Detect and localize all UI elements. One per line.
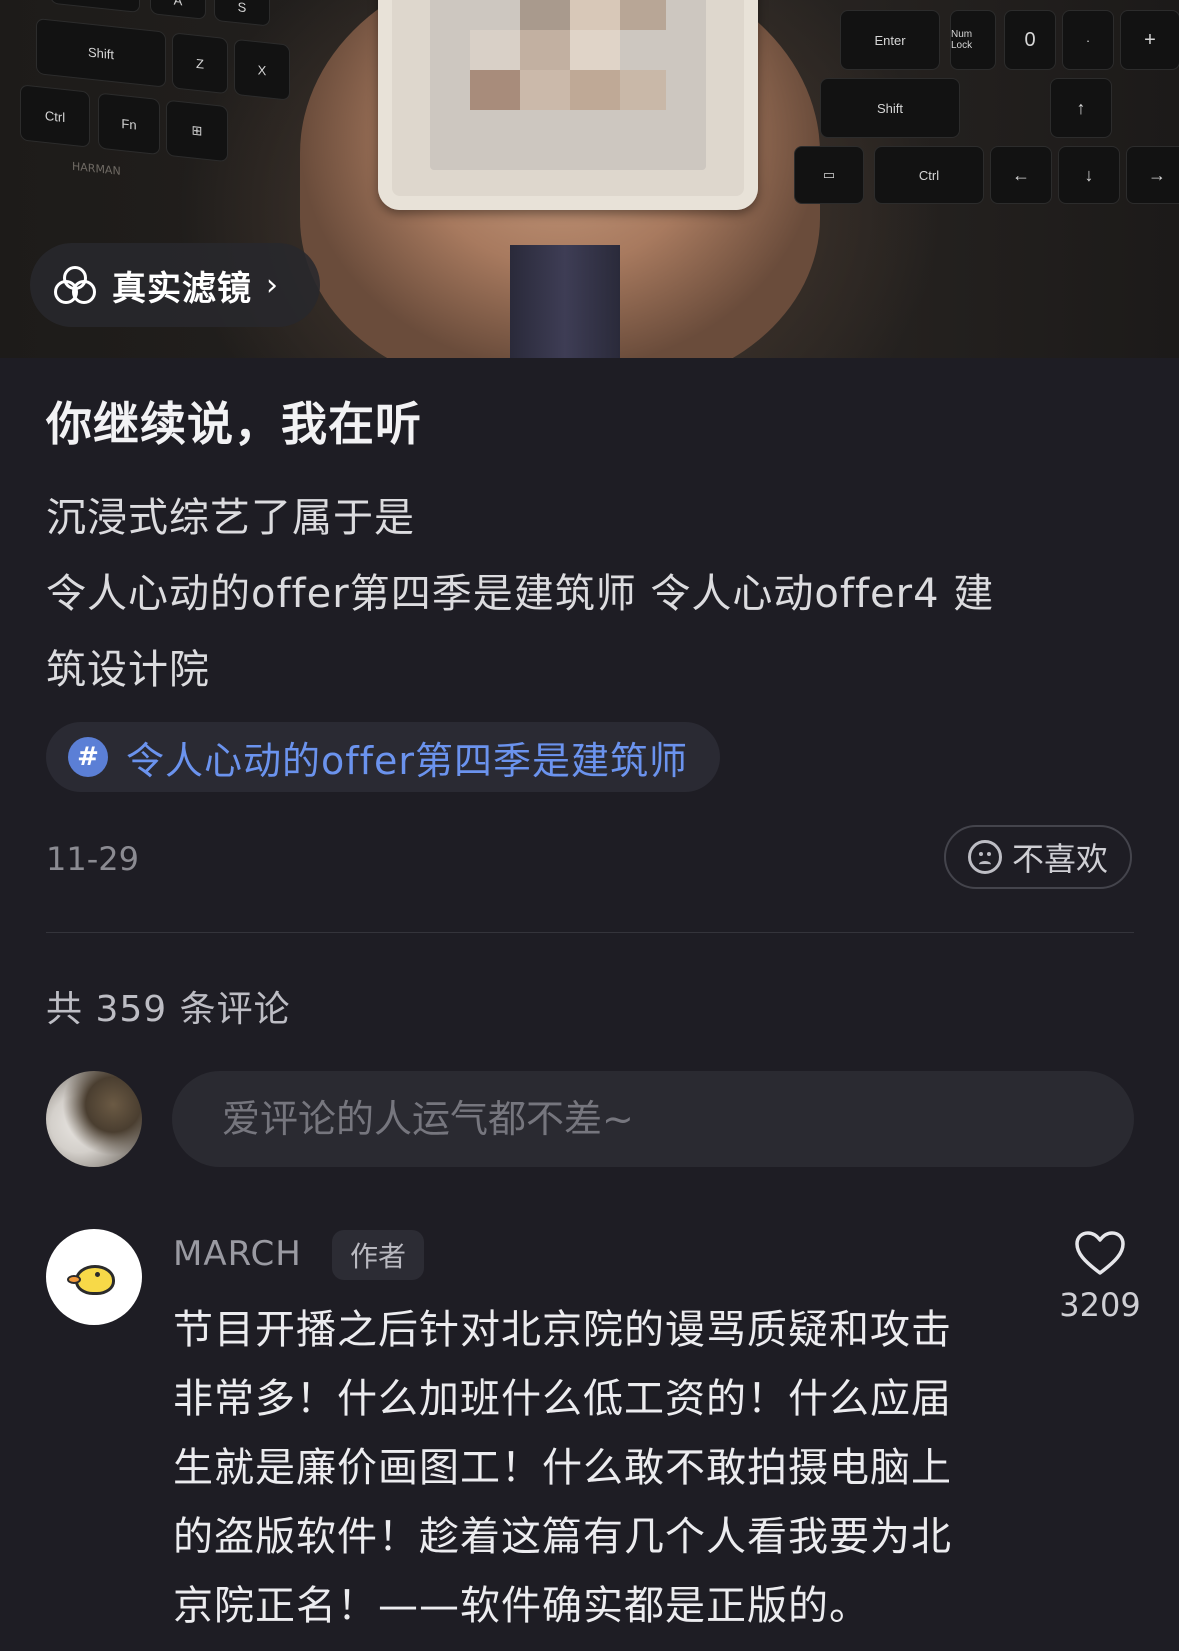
key: Z [172,32,228,95]
chevron-right-icon: › [266,267,278,303]
comment-input[interactable] [172,1071,1134,1167]
dislike-button[interactable]: 不喜欢 [944,825,1132,889]
arrow-up-key-icon: ↑ [1050,78,1112,138]
heart-icon [1075,1231,1125,1275]
current-user-avatar[interactable] [46,1071,142,1167]
comment-like-button[interactable]: 3209 [1050,1230,1150,1324]
dislike-label: 不喜欢 [1011,840,1108,878]
lanyard-image [510,245,620,358]
key: Num Lock [950,10,996,70]
sad-face-icon [967,840,1002,874]
comment-line: 节目开播之后针对北京院的谩骂质疑和攻击 [173,1307,952,1353]
key: X [234,38,290,101]
key: + [1120,10,1179,70]
key: · [1062,10,1114,70]
key: Ctrl [874,146,984,204]
post-description: 沉浸式综艺了属于是 令人心动的offer第四季是建筑师 令人心动offer4 建… [46,480,1146,708]
comment-count: 共 359 条评论 [46,989,291,1030]
key: CapsLk [50,0,140,13]
key: Shift [820,78,960,138]
badge-holder-image [378,0,758,210]
author-badge: 作者 [332,1230,425,1280]
key: Enter [840,10,940,70]
filter-label: 真实滤镜 [112,268,252,309]
duck-avatar-icon [67,1257,117,1297]
like-count: 3209 [1059,1286,1141,1324]
post-photo[interactable]: CapsLk A S Shift Z X Ctrl Fn ⊞ HARMAN [0,0,1179,358]
blurred-badge [430,0,706,170]
topic-label: 令人心动的offer第四季是建筑师 [126,738,689,783]
keyboard-left: CapsLk A S Shift Z X Ctrl Fn ⊞ HARMAN [0,0,300,186]
arrow-right-key-icon: → [1126,146,1179,204]
key: S [214,0,270,27]
comment-line: 生就是廉价画图工！什么敢不敢拍摄电脑上 [173,1445,952,1491]
post-title: 你继续说，我在听 [46,397,422,451]
hashtag-icon: # [68,737,108,777]
keyboard-brand: HARMAN [72,159,121,178]
three-circles-filter-icon [52,262,98,308]
keyboard-right: Enter Num Lock 0 · + Shift ↑ ▭ Ctrl ← ↓ … [794,0,1179,204]
topic-tag[interactable]: # 令人心动的offer第四季是建筑师 [46,722,721,792]
comment-text[interactable]: 节目开播之后针对北京院的谩骂质疑和攻击 非常多！什么加班什么低工资的！什么应届 … [173,1296,1003,1641]
comment-line: 的盗版软件！趁着这篇有几个人看我要为北 [173,1514,952,1560]
comment-line: 非常多！什么加班什么低工资的！什么应届 [173,1376,952,1422]
post-detail-page: CapsLk A S Shift Z X Ctrl Fn ⊞ HARMAN [0,0,1179,1651]
divider [46,932,1134,933]
key: 0 [1004,10,1056,70]
commenter-avatar[interactable] [46,1229,142,1325]
desc-line: 沉浸式综艺了属于是 [46,495,415,541]
desc-line: 令人心动的offer第四季是建筑师 令人心动offer4 建 [46,571,995,617]
windows-key-icon: ⊞ [166,99,228,163]
post-date: 11-29 [46,840,139,878]
key: A [150,0,206,20]
key: Ctrl [20,84,90,148]
commenter-username[interactable]: MARCH [173,1234,302,1274]
context-menu-key-icon: ▭ [794,146,864,204]
comment-line: 京院正名！——软件确实都是正版的。 [173,1583,870,1629]
arrow-down-key-icon: ↓ [1058,146,1120,204]
key: Shift [36,18,166,88]
real-filter-button[interactable]: 真实滤镜 › [30,243,320,327]
key: Fn [98,92,160,156]
desc-line: 筑设计院 [46,647,210,693]
arrow-left-key-icon: ← [990,146,1052,204]
